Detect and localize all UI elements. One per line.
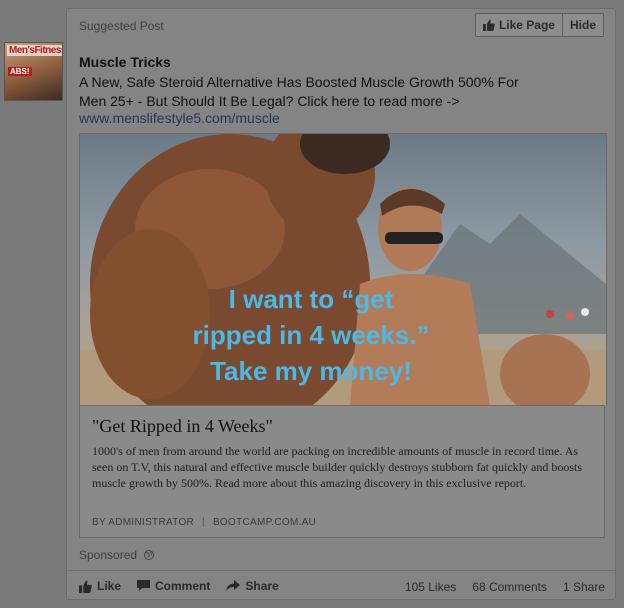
comment-button[interactable]: Comment bbox=[137, 579, 210, 593]
page-avatar[interactable]: Men'sFitness ABS! bbox=[4, 42, 63, 101]
link-domain: BOOTCAMP.COM.AU bbox=[212, 517, 317, 528]
share-label: Share bbox=[245, 579, 279, 593]
like-page-label: Like Page bbox=[498, 18, 555, 32]
comment-icon bbox=[137, 580, 151, 591]
suggested-post-label: Suggested Post bbox=[79, 19, 164, 33]
link-description: 1000's of men from around the world are … bbox=[92, 444, 583, 490]
thumbs-up-icon bbox=[482, 19, 495, 31]
like-label: Like bbox=[97, 579, 122, 593]
sponsored-text: Sponsored bbox=[79, 548, 138, 562]
post-action-buttons: Like Page Hide bbox=[474, 13, 604, 37]
link-author: BY ADMINISTRATOR bbox=[92, 517, 195, 528]
post-image[interactable]: I want to “get ripped in 4 weeks.” Take … bbox=[79, 133, 607, 406]
link-meta: BY ADMINISTRATOR | BOOTCAMP.COM.AU bbox=[92, 517, 316, 528]
shares-count[interactable]: 1 Share bbox=[563, 580, 605, 594]
post-actions: Like Comment Share bbox=[79, 579, 295, 593]
suggested-post-card: Suggested Post Like Page Hide Muscle Tri… bbox=[66, 8, 616, 600]
engagement-stats: 105 Likes 68 Comments 1 Share bbox=[389, 580, 605, 594]
link-preview[interactable]: "Get Ripped in 4 Weeks" 1000's of men fr… bbox=[79, 405, 605, 538]
avatar-badge: ABS! bbox=[8, 67, 32, 76]
likes-count[interactable]: 105 Likes bbox=[405, 580, 456, 594]
comment-label: Comment bbox=[155, 579, 211, 593]
post-url-link[interactable]: www.menslifestyle5.com/muscle bbox=[79, 110, 280, 126]
share-icon bbox=[226, 580, 241, 591]
meta-separator: | bbox=[202, 517, 205, 528]
link-title[interactable]: "Get Ripped in 4 Weeks" bbox=[92, 416, 273, 437]
like-button[interactable]: Like bbox=[79, 579, 121, 593]
like-page-button[interactable]: Like Page bbox=[476, 14, 562, 36]
avatar-masthead: Men'sFitness bbox=[7, 45, 62, 56]
hide-label: Hide bbox=[569, 18, 596, 32]
globe-icon bbox=[144, 550, 155, 560]
thumbs-up-icon bbox=[79, 580, 92, 593]
hide-button[interactable]: Hide bbox=[561, 14, 603, 36]
page-name-link[interactable]: Muscle Tricks bbox=[79, 54, 171, 70]
share-button[interactable]: Share bbox=[226, 579, 279, 593]
comments-count[interactable]: 68 Comments bbox=[472, 580, 547, 594]
sponsored-label[interactable]: Sponsored bbox=[79, 548, 155, 562]
footer-divider bbox=[67, 570, 615, 571]
post-text: A New, Safe Steroid Alternative Has Boos… bbox=[79, 74, 519, 109]
image-overlay-text: I want to “get ripped in 4 weeks.” Take … bbox=[192, 284, 430, 386]
